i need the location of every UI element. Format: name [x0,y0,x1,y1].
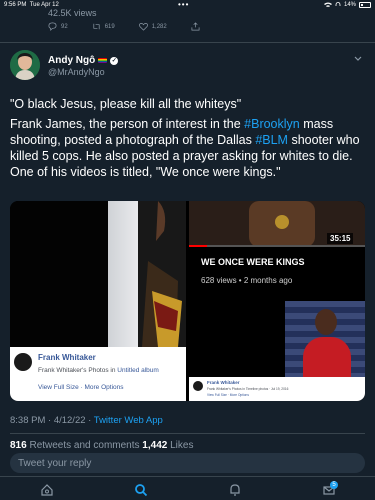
reply-count: 92 [61,23,68,30]
likes-label: Likes [167,440,194,451]
like-count: 1,282 [151,23,167,30]
fb-avatar [14,353,32,371]
media-right[interactable]: 35:15 WE ONCE WERE KINGS 628 views • 2 m… [189,201,365,401]
tab-notifications[interactable] [228,483,242,497]
clock: 9:56 PM [4,2,27,8]
multitask-dots[interactable]: ••• [178,0,189,9]
reply-input[interactable] [10,453,365,474]
avatar[interactable] [10,50,40,80]
author-name[interactable]: Andy Ngô [48,55,95,66]
video-thumbnail[interactable]: 35:15 [189,201,365,247]
tab-messages[interactable]: 5 [322,481,338,497]
mini-links[interactable]: View Full Size · More Options [207,393,249,397]
fb-album-link[interactable]: Untitled album [117,367,159,374]
verified-icon: ✓ [110,56,119,65]
media-photo-edge [108,201,138,347]
mini-avatar [193,381,203,391]
hashtag-blm[interactable]: #BLM [255,133,288,147]
retweet-count: 619 [104,23,115,30]
retweet-action[interactable]: 619 [92,22,115,31]
author-handle[interactable]: @MrAndyNgo [48,67,105,77]
share-icon [191,22,200,31]
video-duration: 35:15 [327,233,354,244]
like-action[interactable]: 1,282 [138,22,167,31]
hashtag-brooklyn[interactable]: #Brooklyn [244,117,300,131]
tab-bar: 5 [0,476,375,500]
thumbnail-medallion [275,215,289,229]
retweets-count: 816 [10,440,27,451]
divider [0,42,375,43]
photo-head [315,309,337,335]
fb-subtitle-prefix: Frank Whitaker's Photos in [38,367,118,374]
photo-dress [303,337,351,377]
tab-home[interactable] [40,483,54,497]
avatar-image [10,50,40,80]
tweet-body-part1: Frank James, the person of interest in t… [10,117,245,131]
video-progress [189,245,365,247]
reply-action[interactable]: 92 [48,22,68,31]
media-left[interactable]: Frank Whitaker Frank Whitaker's Photos i… [10,201,186,401]
fb-name[interactable]: Frank Whitaker [38,353,96,362]
heart-icon [138,22,148,31]
retweet-icon [93,23,100,30]
author-name-row[interactable]: Andy Ngô ✓ [48,55,119,66]
chevron-down-icon[interactable] [352,52,364,64]
bell-icon [230,484,240,496]
facebook-mini-card[interactable]: Frank Whitaker Frank Whitaker's Photos i… [189,377,365,401]
shooter-photo [138,201,186,347]
retweets-label: Retweets and comments [26,440,143,451]
status-icons: 14% [323,2,371,8]
tweet-timestamp: 8:38 PM · 4/12/22 · [10,415,94,426]
video-progress-fill [189,245,207,247]
facebook-card[interactable]: Frank Whitaker Frank Whitaker's Photos i… [10,347,186,401]
rainbow-flag-icon [98,58,108,63]
likes-count: 1,442 [142,440,168,451]
tweet-quote: "O black Jesus, please kill all the whit… [10,97,242,111]
tweet-body: Frank James, the person of interest in t… [10,116,368,180]
tweet-stats[interactable]: 816 Retweets and comments 1,442 Likes [10,440,193,451]
mini-subtitle: Frank Whitaker's Photos in Timeline phot… [207,387,289,391]
previous-tweet-views: 42.5K views [48,8,97,18]
divider [10,433,365,434]
tab-search[interactable] [134,483,148,497]
fb-subtitle: Frank Whitaker's Photos in Untitled albu… [38,367,159,374]
reply-bar[interactable] [10,453,365,474]
battery-percent: 14% [343,2,356,8]
home-icon [41,484,53,496]
share-action[interactable] [191,22,200,31]
messages-badge: 5 [330,481,338,489]
search-icon [135,484,148,497]
wifi-icon [323,2,332,7]
reply-icon [48,22,57,31]
battery-icon [359,2,371,8]
video-meta: 628 views • 2 months ago [201,276,293,285]
headphones-icon [335,2,341,6]
portrait-photo [285,301,365,377]
media-grid[interactable]: Frank Whitaker Frank Whitaker's Photos i… [10,201,365,401]
video-title[interactable]: WE ONCE WERE KINGS [201,257,305,267]
tweet-text: "O black Jesus, please kill all the whit… [10,96,368,184]
tweet-source-app[interactable]: Twitter Web App [94,415,163,426]
previous-tweet-actions: 92 619 1,282 [48,22,200,31]
tweet-meta: 8:38 PM · 4/12/22 · Twitter Web App [10,415,163,426]
mini-name[interactable]: Frank Whitaker [207,380,240,385]
fb-links[interactable]: View Full Size · More Options [38,384,124,391]
